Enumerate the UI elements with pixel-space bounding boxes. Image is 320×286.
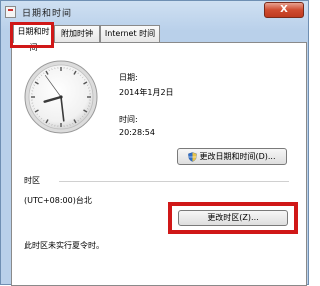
titlebar: 日期和时间 X [1, 1, 310, 25]
analog-clock [23, 59, 99, 135]
timezone-section-label: 时区 [24, 175, 40, 186]
calendar-icon [5, 6, 16, 18]
tab-datetime[interactable]: 日期和时间 [13, 23, 54, 43]
date-label: 日期: [119, 72, 138, 83]
tab-additional-clocks-label: 附加时钟 [61, 29, 93, 38]
time-value: 20:28:54 [119, 128, 155, 137]
window-title: 日期和时间 [22, 6, 72, 19]
change-datetime-label: 更改日期和时间(D)... [199, 152, 275, 161]
change-datetime-button[interactable]: 更改日期和时间(D)... [177, 148, 287, 165]
dst-note: 此时区未实行夏令时。 [24, 240, 104, 251]
shield-icon [188, 152, 197, 162]
close-icon: X [280, 4, 288, 15]
change-timezone-highlight [168, 202, 298, 234]
timezone-divider [59, 181, 289, 182]
tab-internet-time[interactable]: Internet 时间 [100, 25, 160, 42]
close-button[interactable]: X [264, 2, 304, 18]
tab-internet-time-label: Internet 时间 [105, 29, 155, 38]
tab-additional-clocks[interactable]: 附加时钟 [54, 25, 100, 42]
date-value: 2014年1月2日 [119, 87, 174, 98]
datetime-dialog: 日期和时间 X 日期和时间 附加时钟 Internet 时间 日期: 2014年… [0, 0, 309, 285]
timezone-value: (UTC+08:00)台北 [24, 195, 92, 206]
time-label: 时间: [119, 114, 138, 125]
